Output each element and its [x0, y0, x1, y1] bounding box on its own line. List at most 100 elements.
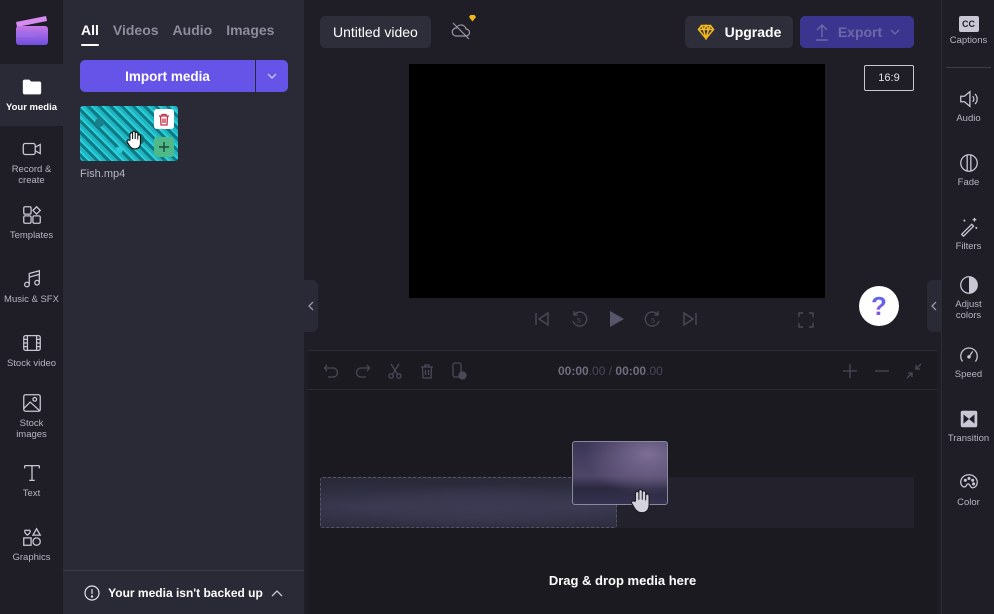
folder-icon — [22, 79, 41, 95]
fullscreen-icon — [798, 312, 814, 328]
upgrade-button[interactable]: Upgrade — [685, 16, 793, 48]
contrast-icon — [959, 276, 978, 294]
forward-5s-button[interactable]: 5 — [644, 310, 662, 328]
prop-captions[interactable]: CC Captions — [942, 16, 994, 46]
expand-properties-panel-button[interactable] — [927, 280, 941, 332]
backup-status-bar[interactable]: Your media isn't backed up — [63, 570, 304, 614]
grab-cursor-icon — [631, 489, 650, 514]
prop-audio[interactable]: Audio — [942, 88, 994, 124]
rail-item-your-media[interactable]: Your media — [0, 64, 63, 126]
import-media-button[interactable]: Import media — [80, 60, 255, 92]
export-label: Export — [837, 24, 883, 40]
current-time: 00:00 — [558, 364, 589, 378]
detach-audio-button[interactable] — [450, 362, 468, 380]
time-separator: / — [605, 364, 616, 378]
current-time-fraction: .00 — [588, 364, 606, 378]
speedometer-icon — [959, 347, 978, 362]
redo-button[interactable] — [354, 362, 372, 380]
rail-item-record-create[interactable]: Record & create — [0, 126, 63, 188]
collapse-media-panel-button[interactable] — [304, 280, 318, 332]
redo-icon — [355, 364, 371, 378]
play-icon — [610, 311, 624, 327]
zoom-out-button[interactable] — [873, 362, 891, 380]
import-options-dropdown[interactable] — [256, 60, 288, 92]
prop-transition[interactable]: Transition — [942, 408, 994, 444]
rail-item-music-sfx[interactable]: Music & SFX — [0, 256, 63, 318]
split-button[interactable] — [386, 362, 404, 380]
rail-item-label: Music & SFX — [4, 294, 59, 305]
prop-adjust-colors[interactable]: Adjust colors — [942, 274, 994, 321]
palette-icon — [959, 474, 978, 489]
prop-label: Filters — [955, 241, 982, 252]
prop-label: Speed — [954, 369, 983, 380]
clipchamp-editor: Your media Record & create Templates Musi… — [0, 0, 994, 614]
svg-text:5: 5 — [651, 318, 655, 325]
fade-icon — [959, 154, 978, 172]
total-time-fraction: .00 — [646, 364, 663, 378]
camera-icon — [22, 142, 41, 156]
magic-wand-icon — [960, 217, 977, 238]
text-icon — [23, 465, 40, 481]
tab-audio[interactable]: Audio — [173, 22, 213, 46]
timeline-track-area[interactable]: Drag & drop media here — [308, 390, 937, 614]
import-media-split-button: Import media — [80, 60, 288, 92]
rail-item-label: Text — [22, 488, 41, 499]
prop-fade[interactable]: Fade — [942, 152, 994, 188]
media-filename: Fish.mp4 — [80, 168, 126, 180]
shapes-icon — [22, 527, 41, 546]
rail-item-label: Stock video — [6, 358, 57, 369]
prop-label: Transition — [947, 433, 990, 444]
diamond-icon — [697, 24, 715, 40]
help-button[interactable]: ? — [859, 286, 899, 326]
rewind-5s-button[interactable]: 5 — [570, 310, 588, 328]
trash-icon — [421, 364, 433, 379]
plus-icon — [159, 142, 169, 152]
skip-to-start-button[interactable] — [533, 310, 551, 328]
chevron-up-icon — [271, 589, 283, 596]
prop-filters[interactable]: Filters — [942, 216, 994, 252]
tab-images[interactable]: Images — [226, 22, 274, 46]
rail-item-label: Your media — [5, 102, 58, 113]
rail-item-stock-video[interactable]: Stock video — [0, 320, 63, 382]
undo-icon — [323, 364, 339, 378]
prop-label: Color — [957, 497, 980, 508]
question-mark-icon: ? — [871, 290, 887, 321]
rail-item-text[interactable]: Text — [0, 450, 63, 512]
play-button[interactable] — [607, 310, 625, 328]
tab-all[interactable]: All — [81, 22, 99, 46]
prop-label: Captions — [949, 35, 988, 46]
aspect-ratio-button[interactable]: 16:9 — [864, 65, 914, 91]
media-panel: All Videos Audio Images Import media Fis… — [63, 0, 304, 614]
delete-button[interactable] — [418, 362, 436, 380]
left-nav-rail: Your media Record & create Templates Musi… — [0, 0, 63, 614]
chevron-left-icon — [931, 301, 937, 311]
fullscreen-button[interactable] — [798, 312, 814, 333]
tab-videos[interactable]: Videos — [113, 22, 159, 46]
export-button[interactable]: Export — [800, 16, 914, 48]
svg-text:5: 5 — [577, 318, 581, 325]
prop-speed[interactable]: Speed — [942, 344, 994, 380]
minus-icon — [875, 370, 889, 372]
undo-button[interactable] — [322, 362, 340, 380]
zoom-in-button[interactable] — [841, 362, 859, 380]
rail-item-templates[interactable]: Templates — [0, 192, 63, 254]
captions-icon: CC — [958, 16, 979, 32]
app-logo-icon[interactable] — [14, 14, 50, 46]
trash-icon — [159, 113, 169, 126]
video-title-field[interactable]: Untitled video — [320, 16, 431, 48]
scissors-icon — [388, 363, 402, 379]
chevron-left-icon — [308, 301, 314, 311]
cloud-sync-status[interactable] — [450, 15, 476, 47]
skip-to-end-button[interactable] — [681, 310, 699, 328]
forward-5-icon: 5 — [644, 311, 660, 327]
video-preview-canvas[interactable] — [409, 64, 825, 298]
add-to-timeline-button[interactable] — [154, 137, 174, 157]
rail-item-graphics[interactable]: Graphics — [0, 514, 63, 576]
info-warning-icon — [84, 584, 100, 601]
rail-item-stock-images[interactable]: Stock images — [0, 380, 63, 442]
prop-color[interactable]: Color — [942, 472, 994, 508]
skip-back-icon — [535, 311, 549, 327]
zoom-to-fit-button[interactable] — [905, 362, 923, 380]
delete-media-button[interactable] — [154, 109, 174, 129]
media-thumbnail-fish[interactable] — [80, 106, 178, 161]
